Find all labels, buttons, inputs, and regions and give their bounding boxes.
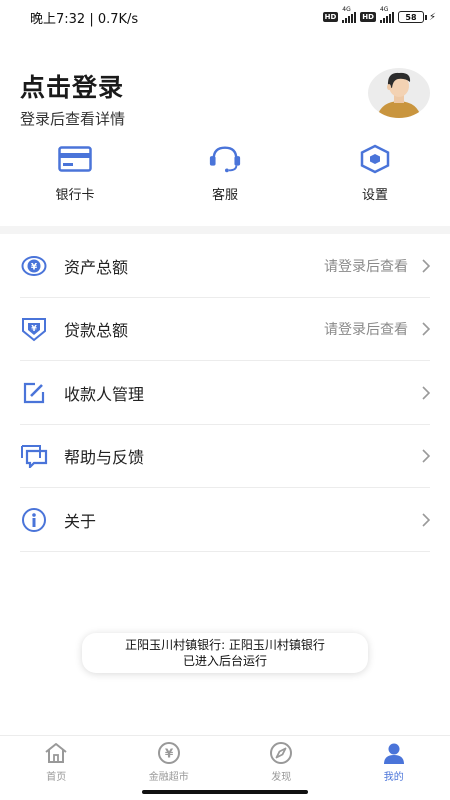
charging-bolt-icon: ⚡	[428, 11, 436, 23]
menu-list: ¥ 资产总额 请登录后查看 ¥ 贷款总额 请登录后查看 收款人管理 帮助与反馈 …	[0, 234, 450, 552]
menu-item-value: 请登录后查看	[324, 322, 408, 339]
menu-item-about[interactable]: 关于	[0, 488, 450, 552]
quick-bank-card-label: 银行卡	[55, 188, 95, 203]
chevron-right-icon	[422, 322, 432, 336]
tab-label: 首页	[46, 772, 67, 783]
profile-header: 点击登录 登录后查看详情 银行卡 客服 设置	[0, 34, 450, 226]
menu-item-total-assets[interactable]: ¥ 资产总额 请登录后查看	[0, 234, 450, 298]
svg-text:¥: ¥	[165, 747, 174, 761]
headset-icon	[208, 144, 242, 174]
toast-message: 正阳玉川村镇银行: 正阳玉川村镇银行 已进入后台运行	[82, 633, 368, 673]
menu-item-total-loans[interactable]: ¥ 贷款总额 请登录后查看	[0, 298, 450, 362]
signal-icon: 4G	[342, 6, 357, 23]
hd-icon: HD	[360, 12, 376, 22]
status-bar: 晚上7:32 | 0.7K/s HD 4G HD 4G 58 ⚡	[0, 0, 450, 34]
status-time: 晚上7:32 | 0.7K/s	[30, 11, 139, 27]
yuan-coin-icon: ¥	[20, 252, 48, 280]
svg-text:¥: ¥	[31, 262, 38, 272]
chevron-right-icon	[422, 386, 432, 400]
toast-line-1: 正阳玉川村镇银行: 正阳玉川村镇银行	[125, 638, 325, 652]
chevron-right-icon	[422, 513, 432, 527]
home-icon	[44, 741, 68, 765]
menu-item-payee-management[interactable]: 收款人管理	[0, 361, 450, 425]
settings-hexagon-icon	[358, 144, 392, 174]
status-icons: HD 4G HD 4G 58 ⚡	[322, 6, 436, 23]
avatar[interactable]	[368, 68, 430, 118]
yuan-shield-icon: ¥	[20, 315, 48, 343]
hd-icon: HD	[322, 12, 339, 22]
battery-icon: 58 ⚡	[397, 11, 436, 23]
yuan-circle-icon: ¥	[157, 741, 181, 765]
user-icon	[382, 741, 406, 765]
menu-item-label: 资产总额	[64, 257, 129, 277]
chevron-right-icon	[422, 449, 432, 463]
tab-label: 金融超市	[148, 772, 189, 783]
login-title[interactable]: 点击登录	[20, 68, 124, 104]
tab-label: 我的	[383, 772, 404, 783]
menu-item-label: 贷款总额	[64, 321, 129, 341]
chat-icon	[20, 442, 48, 470]
login-subtitle: 登录后查看详情	[20, 110, 126, 128]
quick-customer-service-label: 客服	[211, 188, 238, 203]
home-indicator[interactable]	[142, 790, 308, 794]
compass-icon	[269, 741, 293, 765]
svg-text:¥: ¥	[31, 324, 37, 333]
quick-settings-label: 设置	[361, 188, 388, 203]
chevron-right-icon	[422, 259, 432, 273]
tab-label: 发现	[271, 772, 292, 783]
toast-line-2: 已进入后台运行	[182, 654, 267, 668]
menu-item-value: 请登录后查看	[324, 258, 408, 275]
user-avatar-icon	[377, 72, 421, 118]
tab-home[interactable]: 首页	[0, 736, 113, 785]
menu-item-label: 收款人管理	[64, 384, 145, 404]
menu-item-help-feedback[interactable]: 帮助与反馈	[0, 425, 450, 489]
bottom-tab-bar: 首页 ¥ 金融超市 发现 我的	[0, 735, 450, 785]
quick-customer-service[interactable]: 客服	[150, 144, 300, 203]
section-divider	[0, 226, 450, 234]
tab-mine[interactable]: 我的	[338, 736, 450, 785]
bank-card-icon	[58, 144, 92, 174]
quick-settings[interactable]: 设置	[300, 144, 450, 203]
signal-icon: 4G	[379, 6, 394, 23]
quick-actions: 银行卡 客服 设置	[0, 144, 450, 203]
tab-discover[interactable]: 发现	[225, 736, 338, 785]
tab-financial-market[interactable]: ¥ 金融超市	[113, 736, 226, 785]
menu-item-label: 帮助与反馈	[64, 448, 145, 468]
quick-bank-card[interactable]: 银行卡	[0, 144, 150, 203]
menu-item-label: 关于	[64, 511, 97, 531]
info-icon	[20, 506, 48, 534]
edit-icon	[20, 379, 48, 407]
